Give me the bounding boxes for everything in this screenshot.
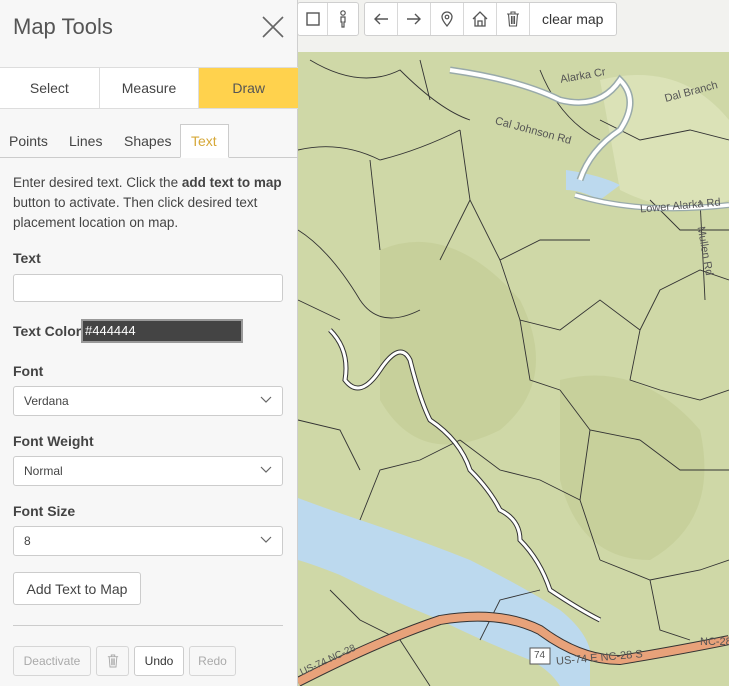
delete-button[interactable] — [497, 3, 530, 35]
map-pin-icon — [441, 11, 453, 27]
back-button[interactable] — [365, 3, 398, 35]
divider — [13, 625, 283, 626]
location-button[interactable] — [431, 3, 464, 35]
arrow-right-icon — [407, 13, 421, 25]
tab-draw[interactable]: Draw — [199, 68, 299, 108]
tab-shapes[interactable]: Shapes — [124, 124, 171, 157]
draw-sub-tabs: Points Lines Shapes Text — [0, 124, 298, 158]
instructions-text: Enter desired text. Click the add text t… — [13, 173, 285, 233]
text-label: Text — [13, 250, 41, 266]
text-input[interactable] — [13, 274, 283, 302]
font-label: Font — [13, 363, 44, 379]
map-label-nc28: NC-28 — [700, 636, 729, 648]
tab-points[interactable]: Points — [9, 124, 48, 157]
map-tools-panel: Map Tools Select Measure Draw Points Lin… — [0, 0, 299, 686]
font-size-select[interactable]: 8 — [13, 526, 283, 556]
trash-icon — [507, 11, 519, 27]
person-icon — [340, 10, 346, 28]
person-button[interactable] — [328, 3, 358, 35]
forward-button[interactable] — [398, 3, 431, 35]
tab-text[interactable]: Text — [180, 124, 229, 158]
font-size-label: Font Size — [13, 503, 76, 519]
mode-tabs: Select Measure Draw — [0, 67, 299, 109]
deactivate-button[interactable]: Deactivate — [13, 646, 91, 676]
text-color-picker[interactable]: #444444 — [81, 319, 243, 343]
instructions-bold: add text to map — [181, 175, 282, 190]
font-weight-select[interactable]: Normal — [13, 456, 283, 486]
home-button[interactable] — [464, 3, 497, 35]
chevron-down-icon — [260, 466, 272, 473]
font-size-select-value: 8 — [24, 534, 31, 548]
redo-button[interactable]: Redo — [189, 646, 236, 676]
instructions-part2: button to activate. Then click desired t… — [13, 195, 258, 230]
select-toolbar — [297, 2, 359, 36]
add-text-to-map-button[interactable]: Add Text to Map — [13, 572, 141, 605]
tab-measure[interactable]: Measure — [100, 68, 200, 108]
map-nav-toolbar: clear map — [364, 2, 617, 36]
chevron-down-icon — [260, 396, 272, 403]
undo-button[interactable]: Undo — [134, 646, 184, 676]
text-color-label: Text Color — [13, 323, 82, 339]
tab-select[interactable]: Select — [0, 68, 100, 108]
map-label-shield-74: 74 — [534, 650, 546, 661]
delete-drawing-button[interactable] — [96, 646, 129, 676]
font-weight-label: Font Weight — [13, 433, 94, 449]
square-select-button[interactable] — [298, 3, 329, 35]
chevron-down-icon — [260, 536, 272, 543]
font-select[interactable]: Verdana — [13, 386, 283, 416]
instructions-part1: Enter desired text. Click the — [13, 175, 182, 190]
trash-icon — [107, 654, 118, 668]
home-icon — [472, 11, 488, 27]
panel-title: Map Tools — [13, 14, 113, 39]
font-weight-select-value: Normal — [24, 464, 63, 478]
close-icon[interactable] — [261, 15, 285, 39]
font-select-value: Verdana — [24, 394, 69, 408]
clear-map-button[interactable]: clear map — [530, 3, 615, 35]
square-select-icon — [305, 12, 320, 26]
tab-lines[interactable]: Lines — [69, 124, 102, 157]
arrow-left-icon — [374, 13, 388, 25]
